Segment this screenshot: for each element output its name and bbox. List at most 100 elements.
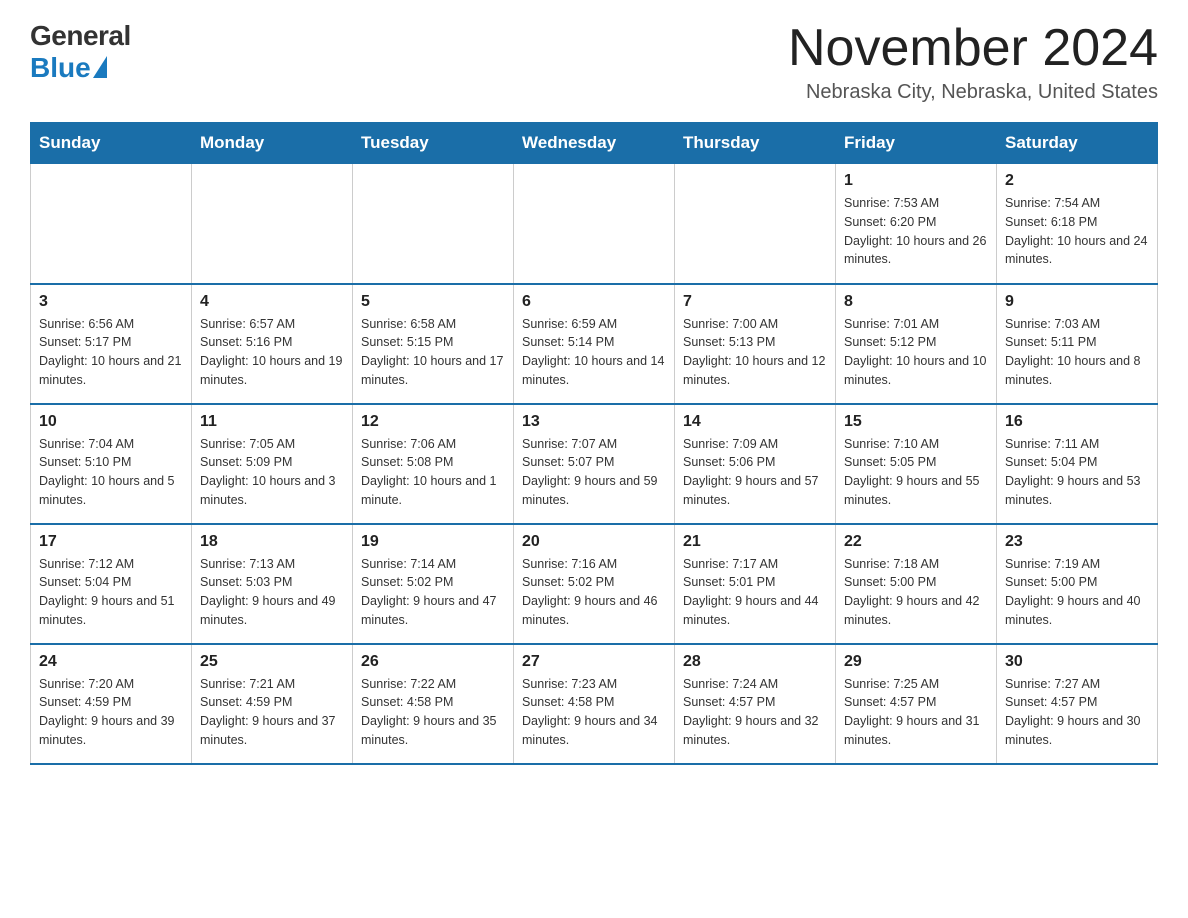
day-number: 21 (683, 533, 827, 551)
calendar-cell: 19Sunrise: 7:14 AMSunset: 5:02 PMDayligh… (353, 524, 514, 644)
day-info: Sunrise: 6:57 AMSunset: 5:16 PMDaylight:… (200, 315, 344, 390)
header-row: Sunday Monday Tuesday Wednesday Thursday… (31, 123, 1158, 164)
day-number: 25 (200, 653, 344, 671)
calendar-cell: 4 Sunrise: 6:57 AMSunset: 5:16 PMDaylight… (192, 284, 353, 404)
day-info: Sunrise: 6:56 AMSunset: 5:17 PMDaylight:… (39, 315, 183, 390)
header-thursday: Thursday (675, 123, 836, 164)
calendar-cell: 17 Sunrise: 7:12 AMSunset: 5:04 PMDayligh… (31, 524, 192, 644)
header-tuesday: Tuesday (353, 123, 514, 164)
calendar-cell: 28Sunrise: 7:24 AMSunset: 4:57 PMDayligh… (675, 644, 836, 764)
calendar-cell: 11 Sunrise: 7:05 AMSunset: 5:09 PMDayligh… (192, 404, 353, 524)
day-info: Sunrise: 6:58 AMSunset: 5:15 PMDaylight:… (361, 315, 505, 390)
day-info: Sunrise: 7:23 AMSunset: 4:58 PMDaylight:… (522, 675, 666, 750)
calendar-week-4: 17 Sunrise: 7:12 AMSunset: 5:04 PMDayligh… (31, 524, 1158, 644)
day-info: Sunrise: 7:22 AMSunset: 4:58 PMDaylight:… (361, 675, 505, 750)
day-info: Sunrise: 7:17 AMSunset: 5:01 PMDaylight:… (683, 555, 827, 630)
day-info: Sunrise: 7:05 AMSunset: 5:09 PMDaylight:… (200, 435, 344, 510)
calendar-cell: 12 Sunrise: 7:06 AMSunset: 5:08 PMDayligh… (353, 404, 514, 524)
calendar-table: Sunday Monday Tuesday Wednesday Thursday… (30, 122, 1158, 765)
day-number: 1 (844, 172, 988, 190)
day-number: 19 (361, 533, 505, 551)
calendar-cell: 10 Sunrise: 7:04 AMSunset: 5:10 PMDayligh… (31, 404, 192, 524)
day-number: 2 (1005, 172, 1149, 190)
calendar-title: November 2024 (788, 20, 1158, 77)
day-number: 3 (39, 293, 183, 311)
day-number: 15 (844, 413, 988, 431)
day-info: Sunrise: 7:04 AMSunset: 5:10 PMDaylight:… (39, 435, 183, 510)
title-block: November 2024 Nebraska City, Nebraska, U… (788, 20, 1158, 104)
calendar-cell: 3 Sunrise: 6:56 AMSunset: 5:17 PMDaylight… (31, 284, 192, 404)
day-number: 27 (522, 653, 666, 671)
logo-triangle-icon (93, 56, 107, 78)
day-info: Sunrise: 7:10 AMSunset: 5:05 PMDaylight:… (844, 435, 988, 510)
day-info: Sunrise: 7:13 AMSunset: 5:03 PMDaylight:… (200, 555, 344, 630)
calendar-cell: 26Sunrise: 7:22 AMSunset: 4:58 PMDayligh… (353, 644, 514, 764)
day-number: 6 (522, 293, 666, 311)
calendar-cell: 7 Sunrise: 7:00 AMSunset: 5:13 PMDaylight… (675, 284, 836, 404)
day-info: Sunrise: 7:09 AMSunset: 5:06 PMDaylight:… (683, 435, 827, 510)
header-wednesday: Wednesday (514, 123, 675, 164)
calendar-cell: 25 Sunrise: 7:21 AMSunset: 4:59 PMDayligh… (192, 644, 353, 764)
day-info: Sunrise: 7:16 AMSunset: 5:02 PMDaylight:… (522, 555, 666, 630)
logo-blue-text: Blue (30, 52, 91, 84)
day-number: 20 (522, 533, 666, 551)
day-info: Sunrise: 7:19 AMSunset: 5:00 PMDaylight:… (1005, 555, 1149, 630)
header-monday: Monday (192, 123, 353, 164)
calendar-week-3: 10 Sunrise: 7:04 AMSunset: 5:10 PMDayligh… (31, 404, 1158, 524)
calendar-header: Sunday Monday Tuesday Wednesday Thursday… (31, 123, 1158, 164)
day-number: 10 (39, 413, 183, 431)
calendar-cell: 14Sunrise: 7:09 AMSunset: 5:06 PMDayligh… (675, 404, 836, 524)
day-info: Sunrise: 6:59 AMSunset: 5:14 PMDaylight:… (522, 315, 666, 390)
calendar-cell: 6 Sunrise: 6:59 AMSunset: 5:14 PMDaylight… (514, 284, 675, 404)
calendar-cell: 13Sunrise: 7:07 AMSunset: 5:07 PMDayligh… (514, 404, 675, 524)
calendar-cell: 27 Sunrise: 7:23 AMSunset: 4:58 PMDayligh… (514, 644, 675, 764)
calendar-cell (353, 164, 514, 284)
day-info: Sunrise: 7:06 AMSunset: 5:08 PMDaylight:… (361, 435, 505, 510)
logo-general-text: General (30, 20, 131, 52)
day-number: 9 (1005, 293, 1149, 311)
day-number: 11 (200, 413, 344, 431)
day-info: Sunrise: 7:00 AMSunset: 5:13 PMDaylight:… (683, 315, 827, 390)
calendar-cell: 2 Sunrise: 7:54 AMSunset: 6:18 PMDaylight… (997, 164, 1158, 284)
day-info: Sunrise: 7:53 AMSunset: 6:20 PMDaylight:… (844, 194, 988, 269)
day-info: Sunrise: 7:21 AMSunset: 4:59 PMDaylight:… (200, 675, 344, 750)
calendar-cell: 18 Sunrise: 7:13 AMSunset: 5:03 PMDayligh… (192, 524, 353, 644)
day-info: Sunrise: 7:54 AMSunset: 6:18 PMDaylight:… (1005, 194, 1149, 269)
day-info: Sunrise: 7:18 AMSunset: 5:00 PMDaylight:… (844, 555, 988, 630)
calendar-cell: 22 Sunrise: 7:18 AMSunset: 5:00 PMDayligh… (836, 524, 997, 644)
day-number: 17 (39, 533, 183, 551)
calendar-cell: 21 Sunrise: 7:17 AMSunset: 5:01 PMDayligh… (675, 524, 836, 644)
day-info: Sunrise: 7:27 AMSunset: 4:57 PMDaylight:… (1005, 675, 1149, 750)
calendar-cell: 1 Sunrise: 7:53 AMSunset: 6:20 PMDaylight… (836, 164, 997, 284)
day-info: Sunrise: 7:03 AMSunset: 5:11 PMDaylight:… (1005, 315, 1149, 390)
calendar-cell (192, 164, 353, 284)
day-number: 4 (200, 293, 344, 311)
day-info: Sunrise: 7:11 AMSunset: 5:04 PMDaylight:… (1005, 435, 1149, 510)
day-number: 30 (1005, 653, 1149, 671)
day-number: 5 (361, 293, 505, 311)
calendar-cell: 16 Sunrise: 7:11 AMSunset: 5:04 PMDayligh… (997, 404, 1158, 524)
calendar-cell: 15 Sunrise: 7:10 AMSunset: 5:05 PMDayligh… (836, 404, 997, 524)
calendar-cell: 20 Sunrise: 7:16 AMSunset: 5:02 PMDayligh… (514, 524, 675, 644)
day-info: Sunrise: 7:12 AMSunset: 5:04 PMDaylight:… (39, 555, 183, 630)
calendar-week-2: 3 Sunrise: 6:56 AMSunset: 5:17 PMDaylight… (31, 284, 1158, 404)
calendar-cell (31, 164, 192, 284)
calendar-week-1: 1 Sunrise: 7:53 AMSunset: 6:20 PMDaylight… (31, 164, 1158, 284)
calendar-cell: 5 Sunrise: 6:58 AMSunset: 5:15 PMDaylight… (353, 284, 514, 404)
header-sunday: Sunday (31, 123, 192, 164)
day-number: 7 (683, 293, 827, 311)
day-number: 16 (1005, 413, 1149, 431)
day-number: 8 (844, 293, 988, 311)
calendar-cell: 29Sunrise: 7:25 AMSunset: 4:57 PMDayligh… (836, 644, 997, 764)
day-number: 18 (200, 533, 344, 551)
logo: General Blue (30, 20, 131, 84)
page-header: General Blue November 2024 Nebraska City… (30, 20, 1158, 104)
header-saturday: Saturday (997, 123, 1158, 164)
day-number: 23 (1005, 533, 1149, 551)
day-number: 12 (361, 413, 505, 431)
calendar-cell: 9 Sunrise: 7:03 AMSunset: 5:11 PMDaylight… (997, 284, 1158, 404)
day-number: 22 (844, 533, 988, 551)
calendar-week-5: 24Sunrise: 7:20 AMSunset: 4:59 PMDayligh… (31, 644, 1158, 764)
day-info: Sunrise: 7:01 AMSunset: 5:12 PMDaylight:… (844, 315, 988, 390)
calendar-cell: 30 Sunrise: 7:27 AMSunset: 4:57 PMDayligh… (997, 644, 1158, 764)
